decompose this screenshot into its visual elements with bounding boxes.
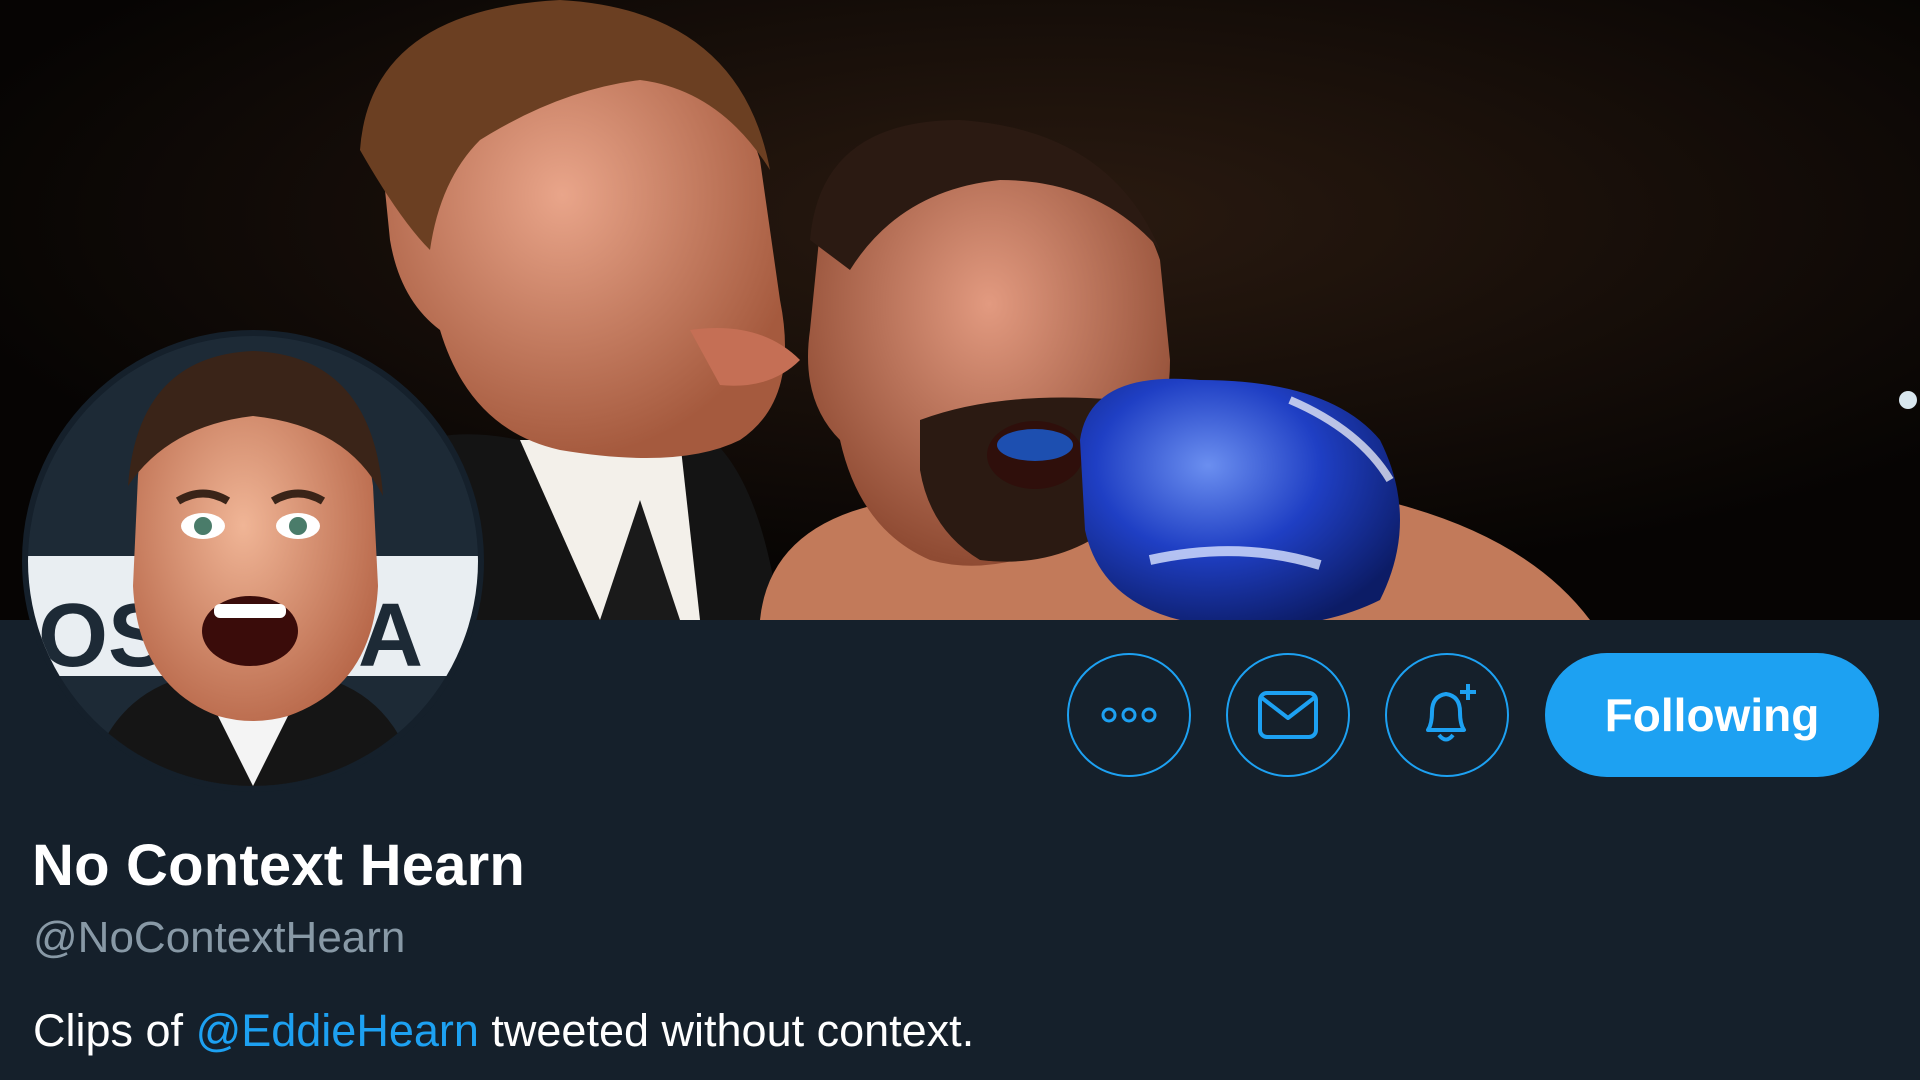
bio-text-before: Clips of [33,1005,196,1056]
bell-plus-icon [1412,680,1482,750]
profile-display-name: No Context Hearn [32,833,526,898]
notifications-button[interactable] [1385,653,1509,777]
bio-text-after: tweeted without context. [478,1005,975,1056]
profile-bio: Clips of @EddieHearn tweeted without con… [33,1005,974,1057]
profile-avatar[interactable]: OS A [22,330,484,792]
profile-page: OS A Following No Context Hearn @NoConte… [0,0,1920,1080]
more-dots-icon [1099,705,1159,725]
more-options-button[interactable] [1067,653,1191,777]
message-button[interactable] [1226,653,1350,777]
envelope-icon [1257,690,1319,740]
profile-handle: @NoContextHearn [33,913,406,962]
bio-mention-link[interactable]: @EddieHearn [196,1005,479,1056]
following-button[interactable]: Following [1545,653,1879,777]
